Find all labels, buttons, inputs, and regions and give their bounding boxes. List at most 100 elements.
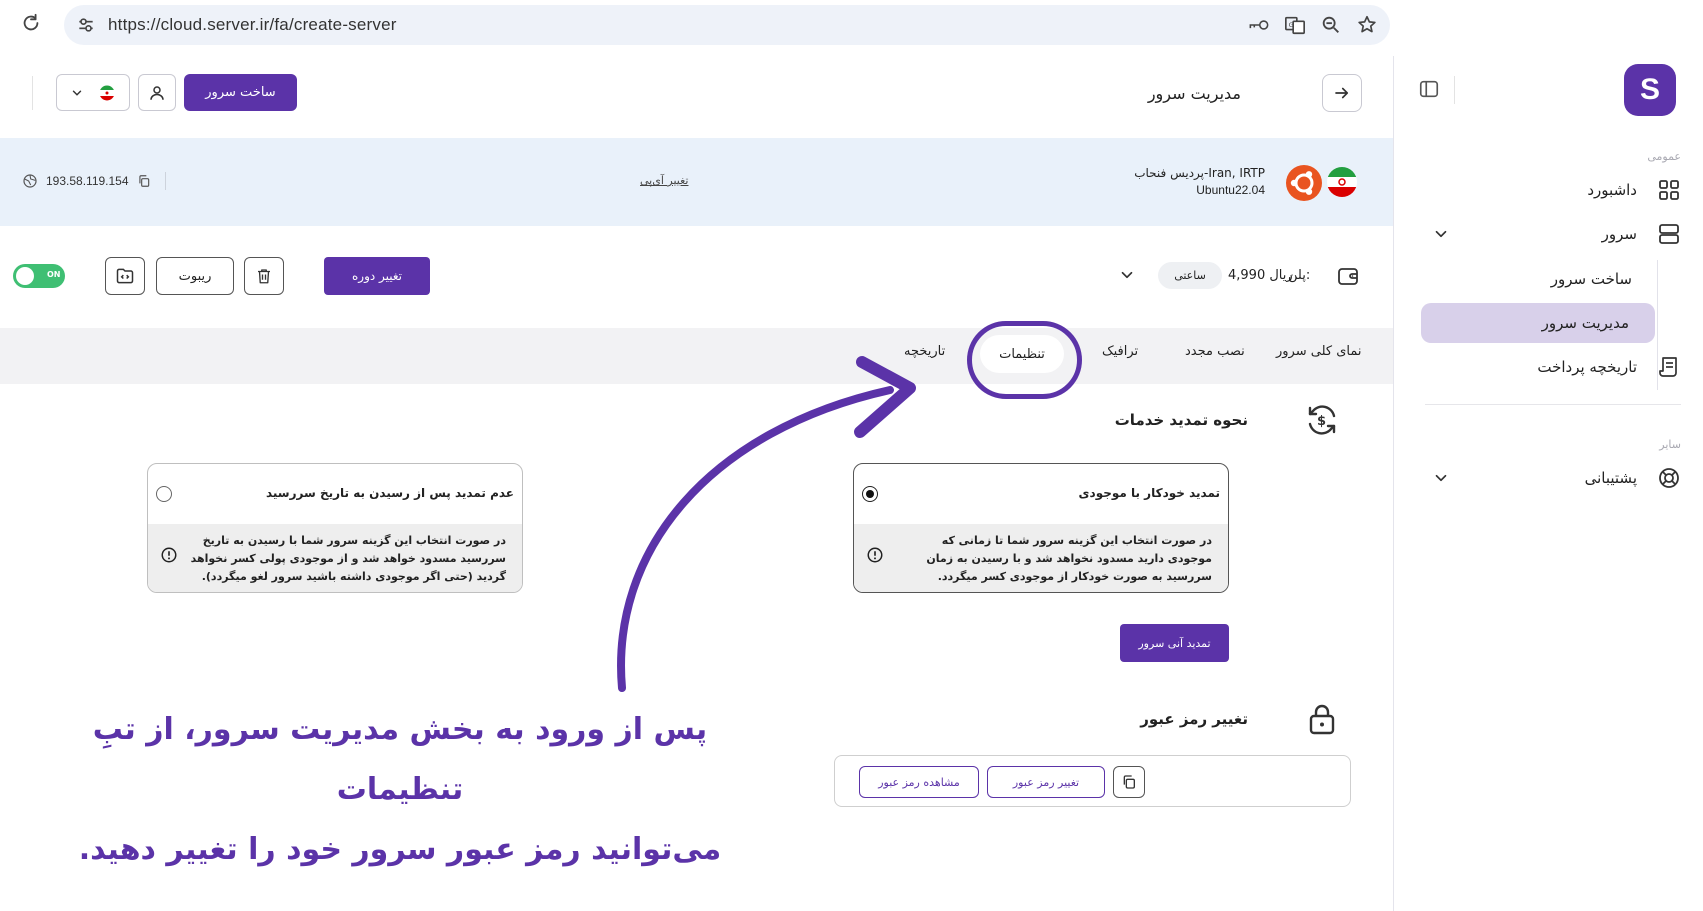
sidebar: S عمومی داشبورد سرور ساخت سرور مدیریت سر… [1393, 56, 1703, 911]
change-ip-link[interactable]: تغییر آی‌پی [640, 174, 688, 187]
bookmark-star-icon[interactable] [1356, 14, 1378, 36]
user-icon [150, 85, 164, 100]
chevron-down-icon[interactable] [1432, 469, 1450, 487]
option-description: در صورت انتخاب این گزینه سرور شما با رسی… [190, 534, 506, 583]
sidebar-subitem-manage-server[interactable]: مدیریت سرور [1421, 303, 1655, 343]
sidebar-item-label: داشبورد [1587, 181, 1637, 199]
console-button[interactable] [105, 257, 145, 295]
renew-now-button[interactable]: تمدید آنی سرور [1120, 624, 1229, 662]
tab-reinstall[interactable]: نصب مجدد [1185, 344, 1245, 359]
server-os: Ubuntu22.04 [1196, 183, 1265, 197]
sidebar-item-dashboard[interactable]: داشبورد [1587, 170, 1681, 210]
console-folder-icon [116, 268, 134, 284]
show-password-button[interactable]: مشاهده رمز عبور [859, 766, 979, 798]
tab-overview[interactable]: نمای کلی سرور [1276, 344, 1361, 359]
password-key-icon[interactable] [1248, 14, 1270, 36]
annotation-line-1: پس از ورود به بخش مدیریت سرور، از تبِ تن… [92, 712, 708, 807]
sidebar-header: S [1394, 56, 1703, 126]
chevron-down-icon [72, 90, 82, 96]
address-bar[interactable]: https://cloud.server.ir/fa/create-server… [64, 5, 1390, 45]
tab-traffic[interactable]: ترافیک [1102, 344, 1138, 359]
password-actions-box: تغییر رمز عبور مشاهده رمز عبور [834, 755, 1351, 807]
page-title: مدیریت سرور [1147, 84, 1241, 103]
user-account-button[interactable] [138, 74, 176, 111]
sidebar-header-divider [1454, 76, 1455, 104]
page-header: مدیریت سرور ساخت سرور [0, 56, 1393, 136]
option-title: تمدید خودکار با موجودی [1078, 486, 1220, 500]
server-icon [1659, 224, 1679, 244]
sidebar-subitem-create-server[interactable]: ساخت سرور [1424, 259, 1658, 299]
receipt-icon [1659, 357, 1677, 377]
copy-icon[interactable] [137, 174, 151, 188]
wallet-icon [1338, 268, 1358, 285]
trash-icon [258, 269, 270, 284]
svg-text:G: G [1289, 21, 1294, 29]
plan-label: پلن: [1288, 268, 1311, 283]
url-text[interactable]: https://cloud.server.ir/fa/create-server [108, 15, 397, 35]
sidebar-collapse-icon[interactable] [1418, 78, 1440, 100]
option-description: در صورت انتخاب این گزینه سرور شما تا زما… [926, 534, 1212, 583]
browser-toolbar: https://cloud.server.ir/fa/create-server… [0, 0, 1703, 52]
info-icon [161, 547, 177, 563]
change-password-button[interactable]: تغییر رمز عبور [987, 766, 1105, 798]
address-bar-actions: G [1248, 14, 1378, 36]
power-toggle[interactable]: ON [13, 264, 65, 288]
annotation-arrow [617, 356, 916, 692]
plan-price: ریال 4,990 [1228, 268, 1293, 283]
radio-no-renew[interactable] [156, 486, 172, 502]
sidebar-item-server[interactable]: سرور [1602, 214, 1681, 254]
zoom-out-icon[interactable] [1320, 14, 1342, 36]
server-info-banner: Iran, IRTP-پردیس فنحاب Ubuntu22.04 تغییر… [0, 138, 1393, 226]
annotation-line-2: می‌توانید رمز عبور سرور خود را تغییر دهی… [78, 832, 722, 867]
translate-icon[interactable]: G [1284, 14, 1306, 36]
lock-icon [1309, 704, 1335, 735]
svg-text:$: $ [1317, 414, 1326, 429]
renew-dollar-icon: $ [1308, 405, 1336, 435]
option-body: در صورت انتخاب این گزینه سرور شما با رسی… [148, 524, 522, 592]
language-selector[interactable] [56, 74, 130, 111]
plan-toolbar: ON ریبوت تغییر دوره ساعتی ریال 4,990 پلن… [0, 230, 1393, 326]
option-title: عدم تمدید پس از رسیدن به تاریخ سررسید [265, 486, 514, 500]
sidebar-item-label: پشتیبانی [1584, 469, 1637, 487]
back-button[interactable] [1322, 74, 1362, 112]
password-section-title: تغییر رمز عبور [1140, 710, 1248, 728]
arrow-right-icon [1335, 87, 1349, 99]
change-period-button[interactable]: تغییر دوره [324, 257, 430, 295]
lifebuoy-icon [1659, 468, 1679, 488]
sidebar-item-label: سرور [1601, 225, 1637, 243]
brand-logo[interactable]: S [1624, 64, 1676, 116]
network-icon [23, 174, 37, 188]
option-no-renew[interactable]: عدم تمدید پس از رسیدن به تاریخ سررسید در… [147, 463, 523, 593]
chevron-down-icon[interactable] [1432, 225, 1450, 243]
toggle-knob [16, 267, 34, 285]
ip-address-group: 193.58.119.154 [22, 172, 166, 190]
option-head: عدم تمدید پس از رسیدن به تاریخ سررسید [148, 464, 522, 524]
sidebar-item-support[interactable]: پشتیبانی [1585, 458, 1681, 498]
sidebar-item-payment-history[interactable]: تاریخچه پرداخت [1537, 347, 1681, 387]
ip-address: 193.58.119.154 [46, 174, 129, 188]
dashboard-grid-icon [1659, 180, 1679, 200]
section-label-other: سایر [1659, 438, 1681, 451]
section-label-general: عمومی [1647, 150, 1681, 163]
renewal-section-title: نحوه تمدید خدمات [1114, 411, 1248, 429]
billing-cycle-badge: ساعتی [1158, 262, 1222, 289]
header-divider [32, 76, 33, 110]
delete-server-button[interactable] [244, 257, 284, 295]
copy-password-button[interactable] [1113, 766, 1145, 798]
sidebar-item-label: تاریخچه پرداخت [1537, 358, 1637, 376]
annotation-text: پس از ورود به بخش مدیریت سرور، از تبِ تن… [70, 700, 730, 880]
reboot-button[interactable]: ریبوت [156, 257, 234, 295]
iran-flag-icon [99, 85, 115, 100]
power-state-label: ON [47, 270, 61, 279]
copy-icon [1123, 775, 1135, 789]
create-server-button[interactable]: ساخت سرور [184, 74, 297, 111]
chevron-down-icon[interactable] [1118, 266, 1136, 284]
ip-separator [164, 172, 166, 190]
reload-icon[interactable] [20, 12, 42, 34]
sidebar-divider [1425, 404, 1681, 405]
iran-flag-icon [1327, 167, 1357, 197]
ubuntu-logo-icon [1286, 165, 1322, 201]
settings-tab-highlight-circle [967, 321, 1082, 399]
server-location: Iran, IRTP-پردیس فنحاب [1134, 166, 1265, 180]
site-settings-icon[interactable] [76, 15, 96, 35]
